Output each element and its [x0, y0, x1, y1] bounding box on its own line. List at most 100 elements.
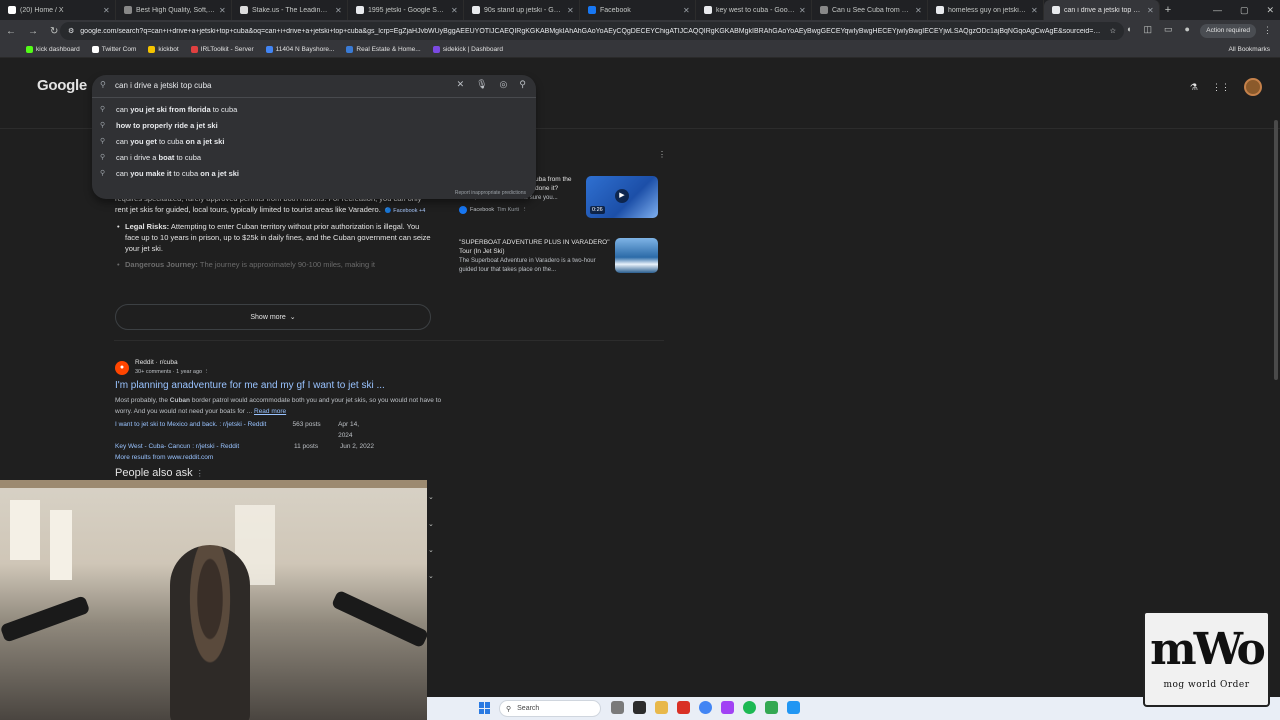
windows-start-icon[interactable] [479, 702, 491, 714]
extension-icon[interactable]: ◖ [1126, 24, 1131, 35]
sublink[interactable]: I want to jet ski to Mexico and back. : … [115, 419, 292, 441]
menu-kebab-icon[interactable]: ⋮ [1263, 25, 1272, 36]
chevron-down-icon[interactable]: ⌄ [428, 493, 434, 501]
tab[interactable]: 90s stand up jetski - Google S ✕ [464, 0, 580, 20]
sidepanel-icon[interactable]: ▭ [1164, 24, 1173, 35]
more-results-link[interactable]: More results from www.reddit.com [115, 452, 375, 463]
microphone-icon[interactable]: 🎙 [476, 79, 487, 90]
kebab-icon[interactable]: ⋮ [204, 369, 210, 375]
bookmark-item[interactable]: kickbot [148, 46, 179, 53]
result-title-link[interactable]: I'm planning anadventure for me and my g… [115, 380, 385, 391]
close-icon[interactable]: ✕ [335, 6, 343, 15]
close-icon[interactable]: ✕ [799, 6, 807, 15]
search-icon: ⚲ [100, 106, 106, 113]
streamer [170, 545, 250, 720]
maximize-icon[interactable]: ▢ [1240, 5, 1249, 16]
chevron-down-icon[interactable]: ⌄ [428, 520, 434, 528]
kebab-icon[interactable]: ⋮ [522, 207, 528, 213]
action-required-button[interactable]: Action required [1200, 24, 1256, 38]
apps-grid-icon[interactable]: ⋮⋮ [1212, 82, 1230, 93]
bookmark-label: 11404 N Bayshore... [275, 46, 335, 53]
file-explorer-icon[interactable] [611, 701, 624, 714]
back-icon[interactable]: ← [6, 26, 16, 37]
tab-title: Best High Quality, Soft, Slim F [136, 6, 215, 14]
search-input[interactable]: can i drive a jetski top cuba [115, 81, 212, 90]
tab[interactable]: can i drive a jetski top cuba - ✕ [1044, 0, 1160, 20]
app-icon[interactable] [765, 701, 778, 714]
tab[interactable]: Stake.us - The Leading Social ✕ [232, 0, 348, 20]
app-icon[interactable] [721, 701, 734, 714]
sublink[interactable]: Key West - Cuba- Cancun : r/jetski - Red… [115, 441, 294, 452]
close-icon[interactable]: ✕ [1147, 6, 1155, 15]
close-window-icon[interactable]: ✕ [1266, 5, 1274, 16]
chevron-down-icon[interactable]: ⌄ [428, 546, 434, 554]
close-icon[interactable]: ✕ [219, 6, 227, 15]
source-chip[interactable]: 🔵 Facebook +4 [385, 206, 425, 217]
bookmark-item[interactable]: IRLToolkit - Server [190, 46, 254, 53]
taskbar-search[interactable]: ⚲ Search [499, 700, 601, 717]
tab-title: Facebook [600, 6, 631, 14]
tab[interactable]: 1995 jetski - Google Search ✕ [348, 0, 464, 20]
tab-title: Can u See Cuba from Key We [832, 6, 911, 14]
extensions-puzzle-icon[interactable]: ◫ [1143, 24, 1152, 35]
bookmark-item[interactable]: Real Estate & Home... [346, 46, 421, 53]
clear-icon[interactable]: ✕ [457, 79, 465, 90]
search-suggestion[interactable]: ⚲ how to properly ride a jet ski [92, 117, 536, 133]
close-icon[interactable]: ✕ [567, 6, 575, 15]
search-submit-icon[interactable]: ⚲ [519, 79, 526, 90]
search-suggestion[interactable]: ⚲ can you jet ski from florida to cuba [92, 101, 536, 117]
read-more-link[interactable]: Read more [254, 408, 286, 415]
bookmark-item[interactable]: kick dashboard [26, 46, 80, 53]
lens-icon[interactable]: ◎ [500, 79, 508, 90]
tab[interactable]: Can u See Cuba from Key We ✕ [812, 0, 928, 20]
new-tab-icon[interactable]: + [1160, 4, 1176, 16]
page-scrollbar[interactable] [1274, 120, 1278, 380]
search-suggestion[interactable]: ⚲ can you make it to cuba on a jet ski [92, 165, 536, 181]
kebab-icon[interactable]: ⋮ [196, 469, 204, 478]
tab[interactable]: key west to cuba - Google Sea ✕ [696, 0, 812, 20]
bookmark-item[interactable]: Twitter Com [91, 46, 136, 53]
bookmarks-bar: kick dashboard Twitter Com kickbot IRLToolk… [0, 42, 1280, 58]
site-info-icon[interactable]: ⚙ [68, 27, 74, 35]
forward-icon[interactable]: → [28, 26, 38, 37]
app-icon[interactable] [677, 701, 690, 714]
more-options-icon[interactable]: ⋮ [658, 150, 666, 159]
terminal-icon[interactable] [633, 701, 646, 714]
bookmark-favicon-icon [91, 46, 99, 53]
google-icon [356, 6, 364, 14]
tab[interactable]: Best High Quality, Soft, Slim F ✕ [116, 0, 232, 20]
avatar[interactable] [1244, 78, 1262, 96]
chevron-down-icon[interactable]: ⌄ [428, 572, 434, 580]
bookmark-item[interactable]: 11404 N Bayshore... [265, 46, 335, 53]
all-bookmarks[interactable]: All Bookmarks [1228, 42, 1270, 58]
address-bar[interactable]: ⚙ google.com/search?q=can+i+drive+a+jets… [60, 22, 1124, 40]
report-predictions-link[interactable]: Report inappropriate predictions [455, 190, 526, 196]
close-icon[interactable]: ✕ [683, 6, 691, 15]
tab[interactable]: Facebook ✕ [580, 0, 696, 20]
bookmark-star-icon[interactable]: ☆ [1110, 27, 1116, 35]
close-icon[interactable]: ✕ [451, 6, 459, 15]
tab[interactable]: homeless guy on jetski - Goo ✕ [928, 0, 1044, 20]
close-icon[interactable]: ✕ [915, 6, 923, 15]
video-thumbnail[interactable]: ▶ 0:26 [586, 176, 658, 218]
tab[interactable]: (20) Home / X ✕ [0, 0, 116, 20]
result-site[interactable]: Reddit · r/cuba [135, 359, 178, 366]
chrome-icon[interactable] [699, 701, 712, 714]
search-suggestion[interactable]: ⚲ can you get to cuba on a jet ski [92, 133, 536, 149]
chevron-down-icon: ⌄ [289, 314, 296, 321]
show-more-button[interactable]: Show more ⌄ [115, 304, 431, 330]
folder-icon[interactable] [655, 701, 668, 714]
reload-icon[interactable]: ↻ [50, 26, 58, 37]
bullet-text: Attempting to enter Cuban territory with… [125, 222, 431, 253]
search-suggestion[interactable]: ⚲ can i drive a boat to cuba [92, 149, 536, 165]
close-icon[interactable]: ✕ [1031, 6, 1039, 15]
close-icon[interactable]: ✕ [103, 6, 111, 15]
minimize-icon[interactable]: — [1213, 5, 1222, 15]
bookmark-item[interactable]: sidekick | Dashboard [432, 46, 503, 53]
jetski-thumbnail[interactable] [615, 238, 658, 273]
spotify-icon[interactable] [743, 701, 756, 714]
profile-icon[interactable]: ● [1184, 24, 1189, 35]
google-logo[interactable]: Google [37, 77, 87, 94]
labs-flask-icon[interactable]: ⚗ [1190, 82, 1198, 93]
app-icon[interactable] [787, 701, 800, 714]
